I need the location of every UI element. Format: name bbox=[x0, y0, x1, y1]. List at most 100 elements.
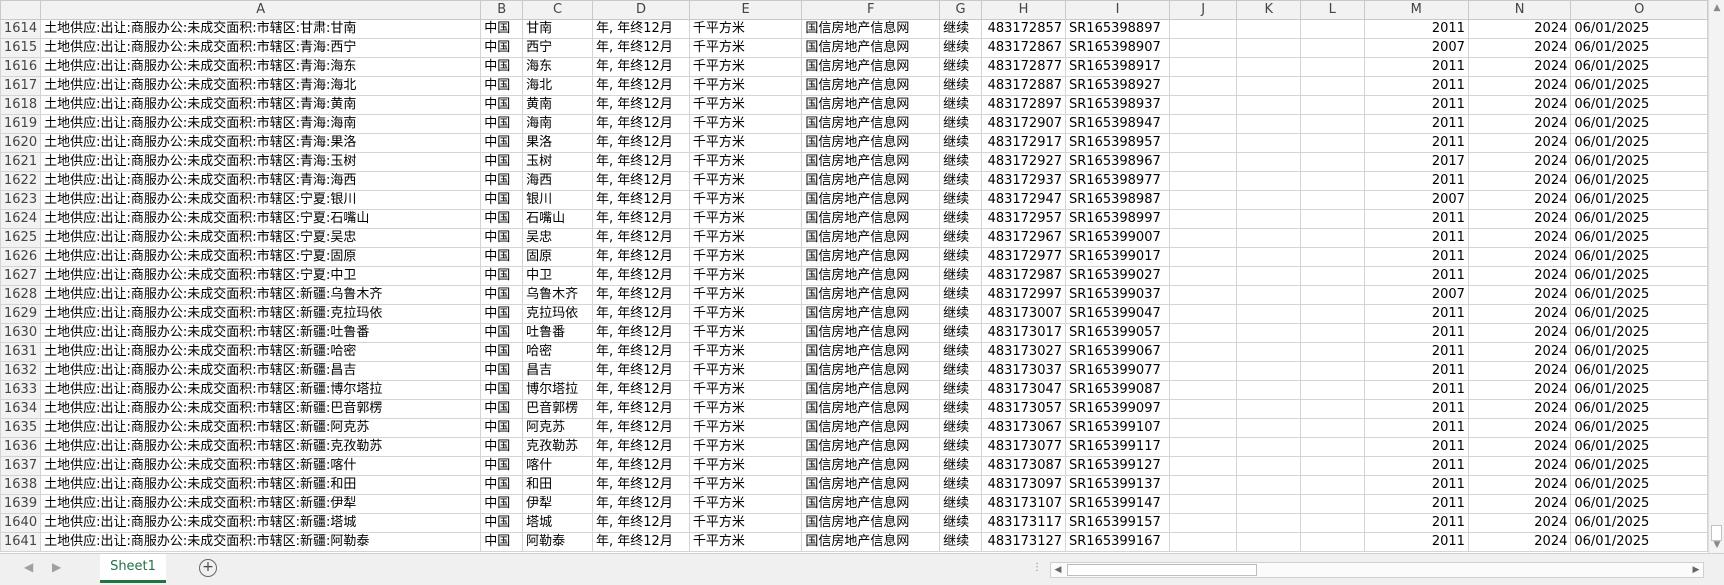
cell-k[interactable] bbox=[1236, 437, 1301, 457]
cell-o[interactable]: 06/01/2025 bbox=[1570, 456, 1708, 476]
vertical-scrollbar[interactable]: ▲ ▼ bbox=[1708, 0, 1724, 553]
cell-b[interactable]: 中国 bbox=[480, 19, 524, 39]
cell-n[interactable]: 2024 bbox=[1467, 361, 1572, 381]
cell-f[interactable]: 国信房地产信息网 bbox=[801, 285, 941, 305]
cell-j[interactable] bbox=[1168, 266, 1238, 286]
cell-l[interactable] bbox=[1300, 532, 1365, 552]
cell-g[interactable]: 继续 bbox=[939, 475, 983, 495]
cell-e[interactable]: 千平方米 bbox=[688, 456, 803, 476]
cell-d[interactable]: 年, 年终12月 bbox=[592, 532, 690, 552]
row-header[interactable]: 1618 bbox=[0, 95, 42, 115]
cell-f[interactable]: 国信房地产信息网 bbox=[801, 323, 941, 343]
cell-c[interactable]: 固原 bbox=[522, 247, 594, 267]
cell-n[interactable]: 2024 bbox=[1467, 399, 1572, 419]
cell-a[interactable]: 土地供应:出让:商服办公:未成交面积:市辖区:宁夏:中卫 bbox=[40, 266, 482, 286]
cell-d[interactable]: 年, 年终12月 bbox=[592, 114, 690, 134]
cell-h[interactable]: 483173087 bbox=[981, 456, 1067, 476]
cell-c[interactable]: 喀什 bbox=[522, 456, 594, 476]
cell-m[interactable]: 2007 bbox=[1363, 38, 1469, 58]
cell-e[interactable]: 千平方米 bbox=[688, 437, 803, 457]
cell-m[interactable]: 2011 bbox=[1363, 532, 1469, 552]
cell-f[interactable]: 国信房地产信息网 bbox=[801, 247, 941, 267]
cell-h[interactable]: 483173107 bbox=[981, 494, 1067, 514]
row-header[interactable]: 1621 bbox=[0, 152, 42, 172]
cell-a[interactable]: 土地供应:出让:商服办公:未成交面积:市辖区:新疆:克孜勒苏 bbox=[40, 437, 482, 457]
cell-n[interactable]: 2024 bbox=[1467, 418, 1572, 438]
cell-c[interactable]: 银川 bbox=[522, 190, 594, 210]
cell-j[interactable] bbox=[1168, 38, 1238, 58]
cell-f[interactable]: 国信房地产信息网 bbox=[801, 361, 941, 381]
cell-a[interactable]: 土地供应:出让:商服办公:未成交面积:市辖区:新疆:昌吉 bbox=[40, 361, 482, 381]
cell-b[interactable]: 中国 bbox=[480, 228, 524, 248]
cell-c[interactable]: 和田 bbox=[522, 475, 594, 495]
cell-o[interactable]: 06/01/2025 bbox=[1570, 494, 1708, 514]
cell-k[interactable] bbox=[1236, 304, 1301, 324]
cell-a[interactable]: 土地供应:出让:商服办公:未成交面积:市辖区:新疆:克拉玛依 bbox=[40, 304, 482, 324]
cell-i[interactable]: SR165399067 bbox=[1065, 342, 1170, 362]
cell-l[interactable] bbox=[1300, 456, 1365, 476]
scroll-right-arrow-icon[interactable]: ▶ bbox=[1689, 563, 1703, 577]
cell-l[interactable] bbox=[1300, 380, 1365, 400]
row-header[interactable]: 1623 bbox=[0, 190, 42, 210]
cell-f[interactable]: 国信房地产信息网 bbox=[801, 228, 941, 248]
cell-o[interactable]: 06/01/2025 bbox=[1570, 323, 1708, 343]
cell-h[interactable]: 483172977 bbox=[981, 247, 1067, 267]
cell-a[interactable]: 土地供应:出让:商服办公:未成交面积:市辖区:新疆:塔城 bbox=[40, 513, 482, 533]
cell-k[interactable] bbox=[1236, 57, 1301, 77]
cell-a[interactable]: 土地供应:出让:商服办公:未成交面积:市辖区:青海:海东 bbox=[40, 57, 482, 77]
row-header[interactable]: 1624 bbox=[0, 209, 42, 229]
cell-n[interactable]: 2024 bbox=[1467, 285, 1572, 305]
cell-g[interactable]: 继续 bbox=[939, 95, 983, 115]
cell-h[interactable]: 483172907 bbox=[981, 114, 1067, 134]
cell-k[interactable] bbox=[1236, 209, 1301, 229]
cell-h[interactable]: 483172987 bbox=[981, 266, 1067, 286]
cell-f[interactable]: 国信房地产信息网 bbox=[801, 475, 941, 495]
cell-i[interactable]: SR165398957 bbox=[1065, 133, 1170, 153]
cell-o[interactable]: 06/01/2025 bbox=[1570, 247, 1708, 267]
cell-k[interactable] bbox=[1236, 456, 1301, 476]
cell-i[interactable]: SR165399057 bbox=[1065, 323, 1170, 343]
cell-j[interactable] bbox=[1168, 323, 1238, 343]
cell-b[interactable]: 中国 bbox=[480, 456, 524, 476]
cell-h[interactable]: 483172867 bbox=[981, 38, 1067, 58]
cell-o[interactable]: 06/01/2025 bbox=[1570, 95, 1708, 115]
cell-o[interactable]: 06/01/2025 bbox=[1570, 437, 1708, 457]
cell-k[interactable] bbox=[1236, 285, 1301, 305]
cell-i[interactable]: SR165399127 bbox=[1065, 456, 1170, 476]
row-header[interactable]: 1628 bbox=[0, 285, 42, 305]
cell-i[interactable]: SR165398987 bbox=[1065, 190, 1170, 210]
cell-k[interactable] bbox=[1236, 190, 1301, 210]
cell-d[interactable]: 年, 年终12月 bbox=[592, 437, 690, 457]
column-header-b[interactable]: B bbox=[480, 0, 524, 20]
cell-l[interactable] bbox=[1300, 152, 1365, 172]
cell-e[interactable]: 千平方米 bbox=[688, 171, 803, 191]
cell-e[interactable]: 千平方米 bbox=[688, 266, 803, 286]
cell-c[interactable]: 黄南 bbox=[522, 95, 594, 115]
cell-a[interactable]: 土地供应:出让:商服办公:未成交面积:市辖区:新疆:吐鲁番 bbox=[40, 323, 482, 343]
cell-j[interactable] bbox=[1168, 171, 1238, 191]
cell-j[interactable] bbox=[1168, 342, 1238, 362]
cell-h[interactable]: 483173057 bbox=[981, 399, 1067, 419]
cell-d[interactable]: 年, 年终12月 bbox=[592, 76, 690, 96]
cell-m[interactable]: 2011 bbox=[1363, 323, 1469, 343]
cell-a[interactable]: 土地供应:出让:商服办公:未成交面积:市辖区:甘肃:甘南 bbox=[40, 19, 482, 39]
cell-c[interactable]: 海东 bbox=[522, 57, 594, 77]
cell-o[interactable]: 06/01/2025 bbox=[1570, 209, 1708, 229]
cell-b[interactable]: 中国 bbox=[480, 95, 524, 115]
horizontal-scrollbar[interactable]: ◀ ▶ bbox=[1050, 562, 1704, 578]
cell-m[interactable]: 2011 bbox=[1363, 76, 1469, 96]
cell-d[interactable]: 年, 年终12月 bbox=[592, 133, 690, 153]
cell-f[interactable]: 国信房地产信息网 bbox=[801, 190, 941, 210]
cell-c[interactable]: 阿克苏 bbox=[522, 418, 594, 438]
cell-n[interactable]: 2024 bbox=[1467, 133, 1572, 153]
cell-f[interactable]: 国信房地产信息网 bbox=[801, 76, 941, 96]
cell-k[interactable] bbox=[1236, 247, 1301, 267]
cell-c[interactable]: 海北 bbox=[522, 76, 594, 96]
cell-k[interactable] bbox=[1236, 361, 1301, 381]
cell-i[interactable]: SR165398927 bbox=[1065, 76, 1170, 96]
cell-d[interactable]: 年, 年终12月 bbox=[592, 380, 690, 400]
cell-a[interactable]: 土地供应:出让:商服办公:未成交面积:市辖区:宁夏:固原 bbox=[40, 247, 482, 267]
cell-b[interactable]: 中国 bbox=[480, 114, 524, 134]
cell-c[interactable]: 吐鲁番 bbox=[522, 323, 594, 343]
cell-o[interactable]: 06/01/2025 bbox=[1570, 266, 1708, 286]
